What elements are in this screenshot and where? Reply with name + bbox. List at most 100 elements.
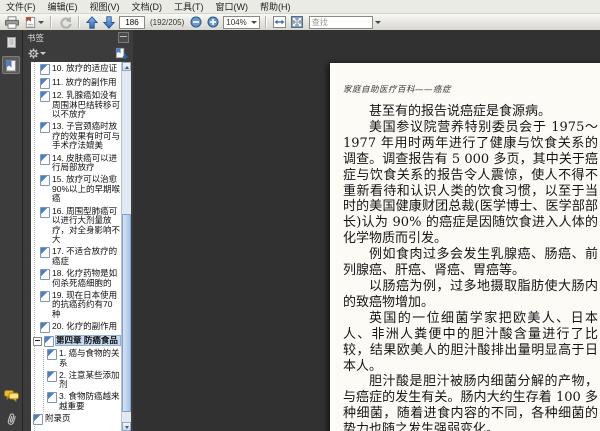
tab-bookmarks[interactable] xyxy=(2,56,20,74)
paragraph: 以肠癌为例，过多地摄取脂肪使大肠内的致癌物增加。 xyxy=(343,278,598,310)
bookmark-item[interactable]: 13. 子宫颈癌时放疗的效果有时可与手术疗法媲美 xyxy=(33,122,120,151)
zoom-in-icon xyxy=(207,16,219,28)
zoom-in-button[interactable] xyxy=(206,15,220,29)
bookmark-item[interactable]: 12. 乳腺癌如没有周围淋巴结转移可以不放疗 xyxy=(33,90,121,120)
zoom-level-select[interactable]: 104% xyxy=(223,15,260,29)
new-bookmark-button[interactable] xyxy=(114,46,129,61)
bookmark-page-icon xyxy=(40,269,50,281)
bookmark-item[interactable]: 3. 食物防癌越来越重要 xyxy=(44,392,120,411)
bookmark-label: 12. 乳腺癌如没有周围淋巴结转移可以不放疗 xyxy=(52,90,121,120)
bookmark-label: 第四章 防癌食品 xyxy=(55,334,121,347)
page-up-arrow-icon xyxy=(86,15,98,29)
tab-comments[interactable] xyxy=(2,387,20,405)
pages-icon xyxy=(6,36,16,48)
bookmark-children-group: 1. 癌与食物的关系 2. 注意某些添加剂 3. 食物防癌越来越重要 xyxy=(43,348,120,412)
bookmark-item[interactable]: 17. 不适合放疗的癌症 xyxy=(33,247,120,266)
menu-edit[interactable]: 编辑(E) xyxy=(48,0,78,13)
paragraph: 英国的一位细菌学家把欧美人、日本人、非洲人粪便中的胆汁酸含量进行了比较，结果欧美… xyxy=(343,310,598,374)
bookmarks-panel-header: 书签 xyxy=(23,30,133,45)
bookmark-label: 附录页 xyxy=(45,413,71,424)
bookmark-page-icon xyxy=(40,91,50,102)
bookmarks-panel: 书签 10. 放疗的适应证 11. 放疗的副作用 12. 乳腺癌如没有周围淋巴结… xyxy=(23,30,133,431)
bookmark-page-icon xyxy=(40,175,50,187)
bookmark-item[interactable]: 15. 放疗可以治愈90%以上的早期喉癌 xyxy=(33,174,121,204)
bookmarks-panel-title: 书签 xyxy=(27,32,45,43)
bookmark-item-selected[interactable]: 第四章 防癌食品 xyxy=(33,334,121,347)
bookmark-item[interactable]: 1. 癌与食物的关系 xyxy=(44,348,120,368)
tab-pages[interactable] xyxy=(2,33,20,51)
printer-icon xyxy=(5,15,19,29)
paperclip-icon xyxy=(7,413,16,425)
bookmark-item[interactable]: 16. 周围型肺癌可以进行大剂量放疗，对全身影响不大 xyxy=(33,206,120,245)
bookmark-page-icon xyxy=(40,322,50,334)
zoom-dropdown-caret-icon xyxy=(250,20,257,24)
menu-window[interactable]: 窗口(W) xyxy=(216,0,249,13)
scroll-up-button[interactable] xyxy=(122,62,131,71)
toolbar: (192/205) 104% xyxy=(0,14,600,31)
scroll-up-arrow-icon xyxy=(124,65,129,69)
bookmarks-tree-container: 10. 放疗的适应证 11. 放疗的副作用 12. 乳腺癌如没有周围淋巴结转移可… xyxy=(31,62,131,431)
previous-view-icon xyxy=(60,16,72,29)
menu-view[interactable]: 视图(V) xyxy=(90,0,120,13)
bookmark-item[interactable]: 11. 放疗的副作用 xyxy=(33,77,120,89)
paragraph: 例如食肉过多会发生乳腺癌、肠癌、前列腺癌、肝癌、肾癌、胃癌等。 xyxy=(343,247,598,279)
bookmark-options-button[interactable] xyxy=(27,47,47,60)
toolbar-separator xyxy=(50,16,52,28)
bookmark-page-icon xyxy=(40,77,50,89)
menu-bar: 文件(F) 编辑(E) 视图(V) 文档(D) 工具(T) 窗口(W) 帮助(H… xyxy=(0,0,600,14)
full-screen-button[interactable] xyxy=(290,15,304,29)
bookmark-item[interactable]: 18. 化疗药物是如何杀死癌细胞的 xyxy=(33,268,120,288)
next-page-button[interactable] xyxy=(102,15,116,30)
bookmark-label: 14. 皮肤癌可以进行局部放疗 xyxy=(52,152,118,173)
bookmark-page-icon xyxy=(40,206,50,218)
running-header: 家庭自助医疗百科——癌症 xyxy=(343,85,452,95)
print-button[interactable] xyxy=(4,15,20,30)
bookmarks-icon xyxy=(6,59,16,71)
menu-tools[interactable]: 工具(T) xyxy=(174,0,204,13)
navigation-tab-strip xyxy=(0,30,23,431)
page-down-arrow-icon xyxy=(103,15,115,29)
bookmark-item[interactable]: 19. 现在日本使用的抗癌药约有70种 xyxy=(33,289,120,320)
document-page: 家庭自助医疗百科——癌症 甚至有的报告说癌症是食源病。 美国参议院营养特别委员会… xyxy=(330,63,600,431)
zoom-level-value: 104% xyxy=(226,17,247,27)
bookmark-page-icon xyxy=(47,392,57,404)
bookmark-page-icon xyxy=(33,414,43,426)
zoom-out-icon xyxy=(190,16,202,28)
find-dropdown-caret-icon xyxy=(374,20,381,24)
previous-view-button[interactable] xyxy=(57,15,73,30)
bookmark-item[interactable]: 10. 放疗的适应证 xyxy=(33,63,120,75)
bookmark-label: 1. 癌与食物的关系 xyxy=(59,348,120,368)
scrollbar-thumb[interactable] xyxy=(122,214,131,412)
bookmark-label: 3. 食物防癌越来越重要 xyxy=(59,391,120,412)
paragraph: 美国参议院营养特别委员会于 1975～1977 年用时两年进行了健康与饮食关系的… xyxy=(343,119,598,247)
bookmarks-scrollbar[interactable] xyxy=(121,62,131,431)
fit-width-button[interactable] xyxy=(272,15,287,29)
bookmark-item[interactable]: 附录页 xyxy=(33,413,120,426)
bookmark-page-icon xyxy=(44,335,54,347)
email-document-icon xyxy=(25,16,36,28)
collapse-toggle-icon[interactable] xyxy=(33,336,42,346)
previous-page-button[interactable] xyxy=(85,15,99,30)
tab-attachments[interactable] xyxy=(2,410,20,428)
find-input[interactable] xyxy=(308,15,373,29)
bookmark-label: 15. 放疗可以治愈90%以上的早期喉癌 xyxy=(52,174,121,204)
bookmark-item[interactable]: 20. 化疗的副作用 xyxy=(33,321,120,334)
menu-document[interactable]: 文档(D) xyxy=(132,0,163,13)
full-screen-icon xyxy=(290,16,303,28)
panel-options-button[interactable] xyxy=(118,32,129,43)
email-button[interactable] xyxy=(23,15,45,30)
bookmark-label: 19. 现在日本使用的抗癌药约有70种 xyxy=(52,289,118,319)
paragraph: 甚至有的报告说癌症是食源病。 xyxy=(369,104,552,119)
bookmark-label: 10. 放疗的适应证 xyxy=(52,63,118,73)
zoom-out-button[interactable] xyxy=(189,15,203,29)
bookmark-item[interactable]: 2. 注意某些添加剂 xyxy=(44,370,120,390)
menu-file[interactable]: 文件(F) xyxy=(6,0,36,13)
scroll-down-button[interactable] xyxy=(122,422,131,431)
scroll-down-arrow-icon xyxy=(124,426,129,429)
document-body: 甚至有的报告说癌症是食源病。 美国参议院营养特别委员会于 1975～1977 年… xyxy=(343,104,598,431)
toolbar-separator xyxy=(264,16,267,28)
bookmarks-tree: 10. 放疗的适应证 11. 放疗的副作用 12. 乳腺癌如没有周围淋巴结转移可… xyxy=(31,62,121,431)
bookmark-item[interactable]: 14. 皮肤癌可以进行局部放疗 xyxy=(33,152,120,173)
page-number-input[interactable] xyxy=(119,15,145,29)
menu-help[interactable]: 帮助(H) xyxy=(260,0,291,13)
